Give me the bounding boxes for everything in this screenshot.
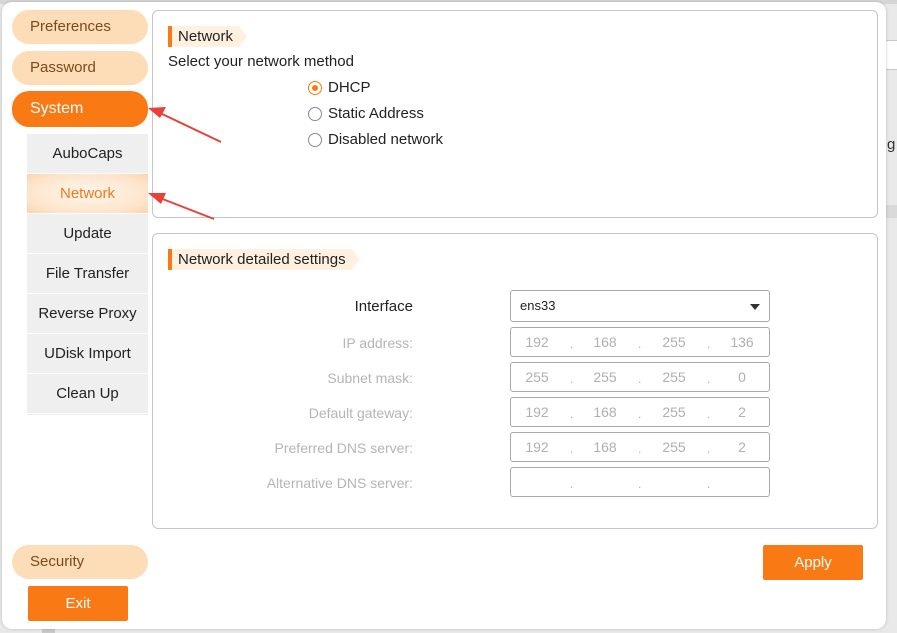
sidebar-item-password[interactable]: Password: [12, 51, 148, 85]
ip-octet: 192: [525, 439, 549, 455]
ip-octet[interactable]: [515, 468, 559, 496]
submenu-item-aubocaps[interactable]: AuboCaps: [27, 134, 148, 174]
alternative-dns-label: Alternative DNS server:: [266, 475, 413, 491]
radio-static-address[interactable]: Static Address: [308, 105, 424, 122]
submenu-item-clean-up[interactable]: Clean Up: [27, 374, 148, 414]
ip-separator: .: [707, 337, 711, 351]
default-gateway-label: Default gateway:: [308, 405, 413, 421]
ip-address-field: 192 . 168 . 255 . 136: [510, 327, 770, 357]
radio-checked-icon: [308, 80, 322, 95]
network-details-panel: Network detailed settings Interface ens3…: [152, 233, 878, 529]
ip-octet: 255: [662, 439, 686, 455]
submenu-item-file-transfer[interactable]: File Transfer: [27, 254, 148, 294]
submenu-item-udisk-import[interactable]: UDisk Import: [27, 334, 148, 374]
ip-octet: 255: [662, 404, 686, 420]
ip-octet: 2: [738, 439, 746, 455]
ip-octet: 192: [525, 404, 549, 420]
ip-octet: 255: [662, 369, 686, 385]
subnet-mask-label: Subnet mask:: [327, 370, 413, 386]
sidebar-item-system[interactable]: System: [12, 91, 148, 127]
ip-separator: .: [638, 337, 642, 351]
ip-octet[interactable]: [720, 468, 764, 496]
network-method-panel: Network Select your network method DHCP …: [152, 10, 878, 218]
ip-octet[interactable]: [652, 468, 696, 496]
radio-disabled-network-label: Disabled network: [328, 131, 444, 148]
system-submenu: AuboCaps Network Update File Transfer Re…: [27, 134, 148, 415]
preferred-dns-label: Preferred DNS server:: [274, 440, 413, 456]
ip-octet: 255: [662, 334, 686, 350]
ip-octet: 192: [525, 334, 549, 350]
ip-separator: .: [570, 407, 574, 421]
radio-dhcp[interactable]: DHCP: [308, 79, 371, 96]
ip-separator: .: [638, 442, 642, 456]
ip-separator: .: [570, 442, 574, 456]
submenu-item-update[interactable]: Update: [27, 214, 148, 254]
sidebar-item-preferences[interactable]: Preferences: [12, 10, 148, 44]
radio-static-address-label: Static Address: [328, 105, 424, 122]
default-gateway-field: 192 . 168 . 255 . 2: [510, 397, 770, 427]
submenu-item-reverse-proxy[interactable]: Reverse Proxy: [27, 294, 148, 334]
interface-dropdown[interactable]: ens33: [510, 290, 770, 322]
ip-octet: 0: [738, 369, 746, 385]
ip-separator: .: [638, 477, 642, 491]
radio-dhcp-label: DHCP: [328, 79, 371, 96]
apply-button[interactable]: Apply: [763, 545, 863, 580]
ip-separator: .: [570, 337, 574, 351]
network-panel-title: Network: [168, 26, 247, 47]
network-method-prompt: Select your network method: [168, 53, 354, 70]
ip-octet: 2: [738, 404, 746, 420]
radio-disabled-network[interactable]: Disabled network: [308, 131, 443, 148]
ip-octet: 136: [730, 334, 754, 350]
submenu-item-network[interactable]: Network: [27, 174, 148, 214]
chevron-down-icon: [750, 304, 760, 310]
interface-label: Interface: [354, 298, 413, 315]
alternative-dns-field[interactable]: . . .: [510, 467, 770, 497]
background-partial-text: g: [887, 136, 896, 153]
ip-octet: 255: [593, 369, 617, 385]
ip-separator: .: [707, 372, 711, 386]
ip-octet: 168: [593, 404, 617, 420]
ip-address-label: IP address:: [342, 335, 413, 351]
radio-unchecked-icon: [308, 132, 322, 147]
details-panel-title: Network detailed settings: [168, 249, 360, 270]
ip-separator: .: [707, 442, 711, 456]
radio-unchecked-icon: [308, 106, 322, 121]
ip-separator: .: [707, 477, 711, 491]
interface-value: ens33: [520, 298, 556, 313]
settings-dialog: Preferences Password System AuboCaps Net…: [2, 2, 886, 629]
subnet-mask-field: 255 . 255 . 255 . 0: [510, 362, 770, 392]
exit-button[interactable]: Exit: [28, 586, 128, 621]
sidebar-item-security[interactable]: Security: [12, 545, 148, 579]
ip-octet: 255: [525, 369, 549, 385]
ip-octet[interactable]: [583, 468, 627, 496]
ip-separator: .: [570, 372, 574, 386]
ip-separator: .: [570, 477, 574, 491]
preferred-dns-field: 192 . 168 . 255 . 2: [510, 432, 770, 462]
ip-separator: .: [638, 372, 642, 386]
ip-separator: .: [638, 407, 642, 421]
ip-octet: 168: [593, 334, 617, 350]
ip-octet: 168: [593, 439, 617, 455]
ip-separator: .: [707, 407, 711, 421]
